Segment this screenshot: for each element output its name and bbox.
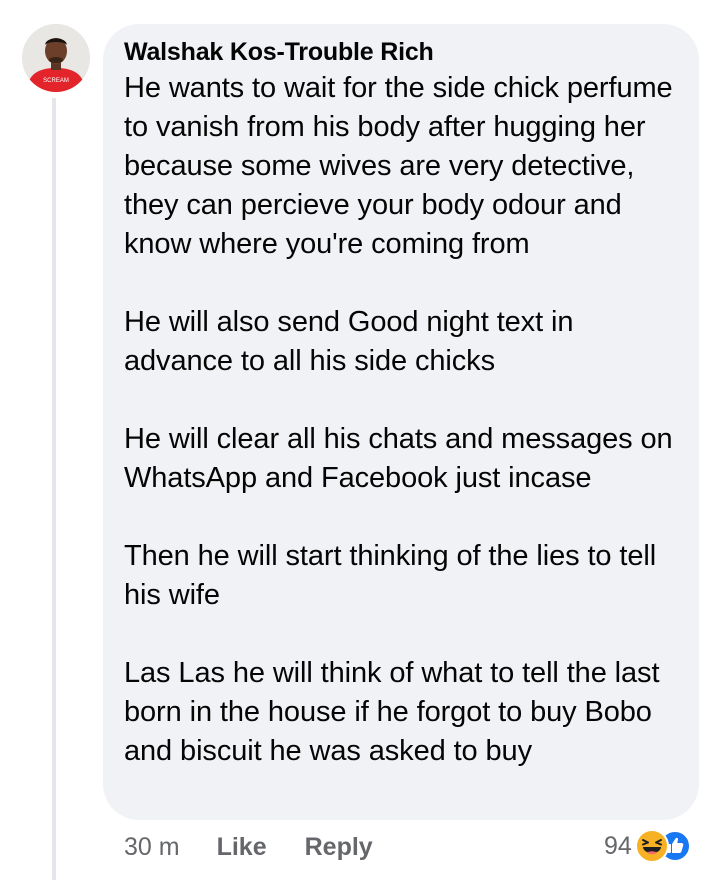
reaction-count: 94 — [604, 831, 632, 860]
reaction-summary[interactable]: 94 — [604, 828, 691, 864]
haha-icon — [634, 829, 669, 863]
avatar-image: SCREAM — [22, 24, 90, 92]
comment-paragraph: He will also send Good night text in adv… — [124, 306, 574, 377]
thread-line — [52, 98, 56, 880]
comment-paragraph: Then he will start thinking of the lies … — [124, 540, 657, 611]
comment-paragraph: He wants to wait for the side chick perf… — [124, 72, 673, 260]
avatar-shirt-text: SCREAM — [43, 78, 69, 84]
comment-text: He wants to wait for the side chick perf… — [124, 69, 677, 771]
comment-author[interactable]: Walshak Kos-Trouble Rich — [124, 38, 677, 66]
avatar[interactable]: SCREAM — [22, 24, 90, 92]
comment-paragraph: Las Las he will think of what to tell th… — [124, 657, 660, 767]
like-button[interactable]: Like — [217, 833, 267, 862]
reaction-icons — [634, 829, 691, 863]
reply-button[interactable]: Reply — [305, 833, 373, 862]
comment-actions: 30 m Like Reply — [124, 830, 373, 864]
comment-bubble: Walshak Kos-Trouble Rich He wants to wai… — [103, 24, 699, 820]
comment-timestamp[interactable]: 30 m — [124, 833, 180, 862]
comment-paragraph: He will clear all his chats and messages… — [124, 423, 673, 494]
